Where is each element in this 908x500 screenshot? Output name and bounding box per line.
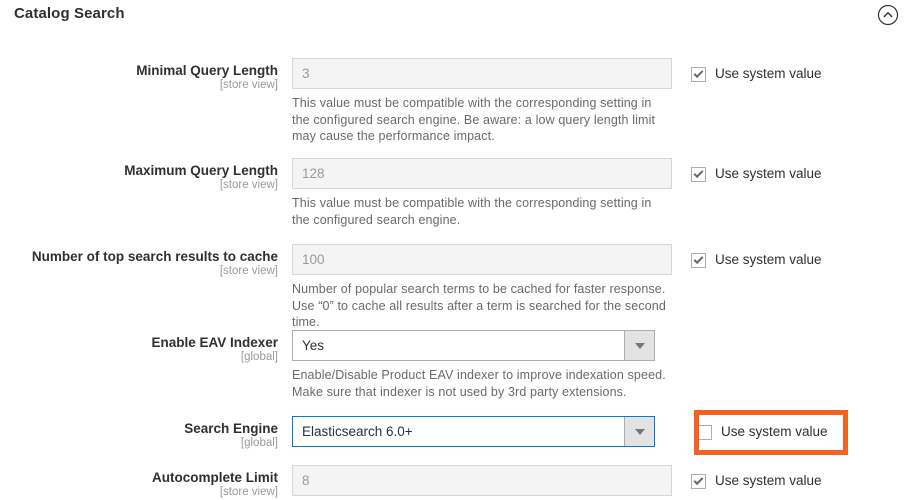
use-system-value-autocomplete-limit[interactable]: Use system value	[691, 470, 822, 492]
field-note: Number of popular search terms to be cac…	[292, 282, 666, 329]
field-note: This value must be compatible with the c…	[292, 196, 652, 227]
field-scope: [global]	[240, 351, 278, 363]
field-note: Enable/Disable Product EAV indexer to im…	[292, 368, 666, 399]
use-system-value-cell: Use system value	[672, 158, 908, 185]
page-title: Catalog Search	[14, 5, 125, 22]
chevron-down-icon[interactable]	[624, 417, 654, 446]
field-label-block: Search Engine [global]	[0, 416, 292, 450]
autocomplete-limit-input[interactable]: 8	[292, 465, 672, 496]
field-row-search-engine: Search Engine [global] Elasticsearch 6.0…	[0, 416, 908, 450]
use-system-value-cell: Use system value	[672, 465, 908, 492]
number-of-top-search-results-to-cache-input[interactable]: 100	[292, 244, 672, 275]
use-system-value-cell-empty	[672, 330, 908, 335]
field-control: 100 Number of popular search terms to be…	[292, 244, 672, 331]
search-engine-select-value[interactable]: Elasticsearch 6.0+	[292, 416, 655, 447]
field-label: Maximum Query Length	[124, 163, 278, 178]
field-scope: [global]	[240, 437, 278, 449]
field-label: Number of top search results to cache	[31, 249, 278, 264]
field-label-block: Maximum Query Length [store view]	[0, 158, 292, 192]
use-system-value-search-engine[interactable]: Use system value	[691, 421, 828, 443]
use-system-value-number-of-top-search-results-to-cache[interactable]: Use system value	[691, 249, 822, 271]
field-scope: [store view]	[219, 179, 278, 191]
checkbox-use-system-value[interactable]	[691, 252, 706, 268]
field-label-block: Number of top search results to cache [s…	[0, 244, 292, 278]
field-control: 3 This value must be compatible with the…	[292, 58, 672, 145]
field-scope: [store view]	[219, 265, 278, 277]
field-scope: [store view]	[219, 79, 278, 91]
field-control: Elasticsearch 6.0+	[292, 416, 672, 447]
field-label-block: Enable EAV Indexer [global]	[0, 330, 292, 364]
chevron-up-circle-icon[interactable]	[876, 3, 900, 27]
field-row-autocomplete-limit: Autocomplete Limit [store view] 8 Use sy…	[0, 465, 908, 499]
checkbox-use-system-value[interactable]	[691, 66, 706, 82]
checkbox-use-system-value[interactable]	[697, 424, 712, 440]
search-engine-select[interactable]: Elasticsearch 6.0+	[292, 416, 655, 447]
field-label: Minimal Query Length	[136, 63, 278, 78]
chevron-down-icon[interactable]	[624, 331, 654, 360]
field-label-block: Minimal Query Length [store view]	[0, 58, 292, 92]
checkbox-use-system-value[interactable]	[691, 166, 706, 182]
use-system-value-cell: Use system value	[672, 244, 908, 271]
field-control: Yes Enable/Disable Product EAV indexer t…	[292, 330, 672, 400]
minimal-query-length-input[interactable]: 3	[292, 58, 672, 89]
field-row-minimal-query-length: Minimal Query Length [store view] 3 This…	[0, 58, 908, 145]
use-system-value-label: Use system value	[715, 252, 822, 267]
use-system-value-label: Use system value	[715, 66, 822, 81]
field-row-number-of-top-search-results-to-cache: Number of top search results to cache [s…	[0, 244, 908, 331]
use-system-value-maximum-query-length[interactable]: Use system value	[691, 163, 822, 185]
section-header: Catalog Search	[0, 0, 908, 34]
checkbox-use-system-value[interactable]	[691, 473, 706, 489]
enable-eav-indexer-select-value[interactable]: Yes	[292, 330, 655, 361]
field-row-maximum-query-length: Maximum Query Length [store view] 128 Th…	[0, 158, 908, 228]
field-label: Enable EAV Indexer	[151, 335, 278, 350]
field-control: 8	[292, 465, 672, 496]
field-row-enable-eav-indexer: Enable EAV Indexer [global] Yes Enable/D…	[0, 330, 908, 400]
use-system-value-cell: Use system value	[672, 58, 908, 85]
use-system-value-minimal-query-length[interactable]: Use system value	[691, 63, 822, 85]
maximum-query-length-input[interactable]: 128	[292, 158, 672, 189]
use-system-value-label: Use system value	[721, 424, 828, 439]
field-control: 128 This value must be compatible with t…	[292, 158, 672, 228]
use-system-value-label: Use system value	[715, 166, 822, 181]
enable-eav-indexer-select[interactable]: Yes	[292, 330, 655, 361]
catalog-search-settings-panel: Catalog Search Minimal Query Length [sto…	[0, 0, 908, 500]
use-system-value-label: Use system value	[715, 473, 822, 488]
field-label: Search Engine	[184, 421, 278, 436]
field-note: This value must be compatible with the c…	[292, 96, 656, 143]
use-system-value-cell: Use system value	[672, 416, 908, 445]
field-label-block: Autocomplete Limit [store view]	[0, 465, 292, 499]
field-scope: [store view]	[219, 486, 278, 498]
field-label: Autocomplete Limit	[151, 470, 278, 485]
